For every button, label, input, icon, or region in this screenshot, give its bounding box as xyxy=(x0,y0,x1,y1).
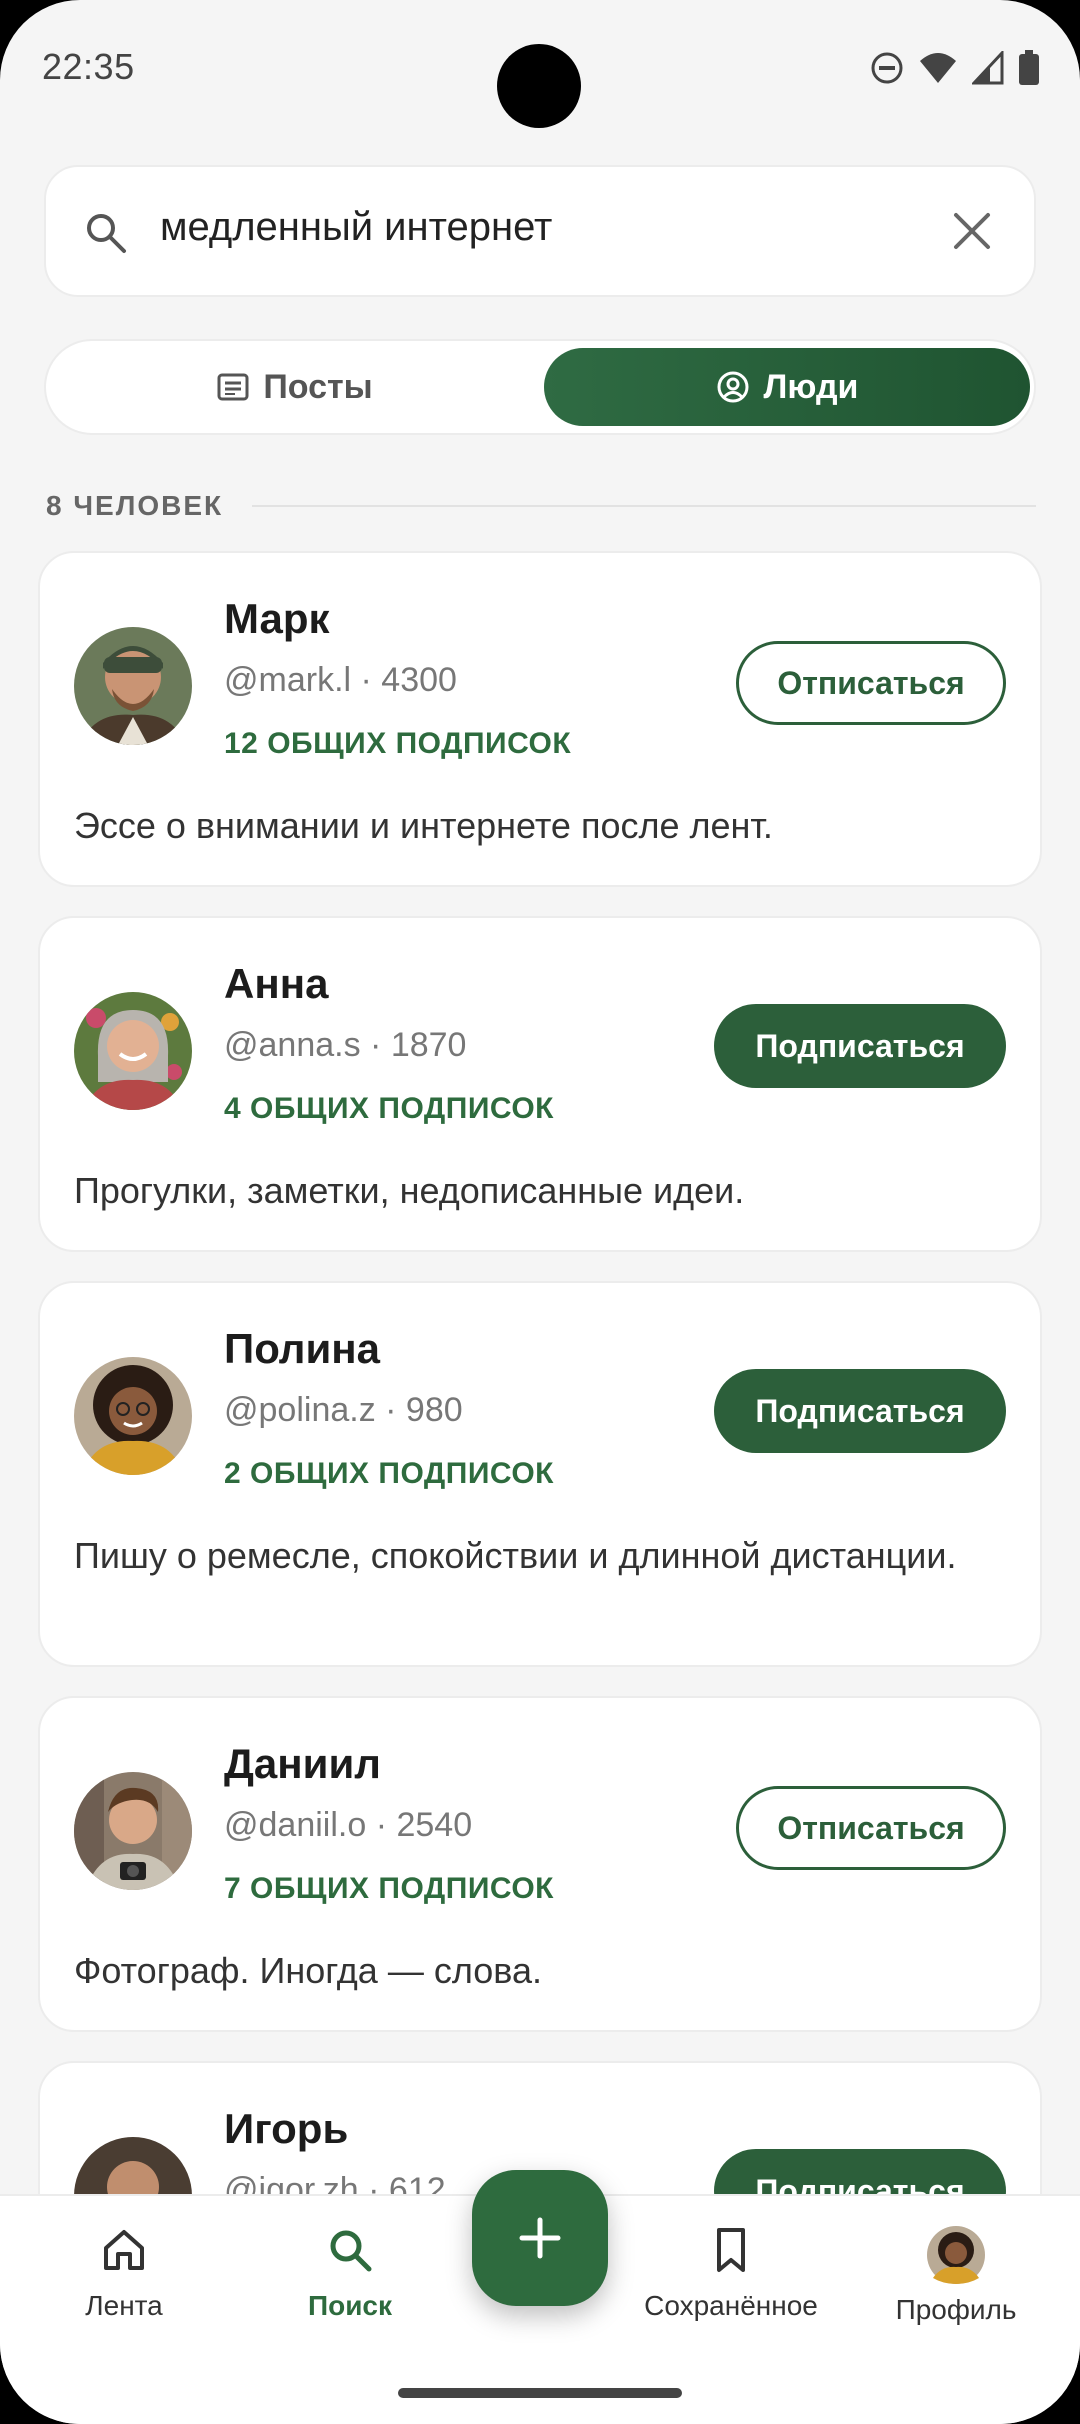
tab-posts[interactable]: Посты xyxy=(52,348,538,426)
person-card[interactable]: Марк @mark.l · 4300 12 ОБЩИХ ПОДПИСОК От… xyxy=(38,551,1042,887)
avatar[interactable] xyxy=(74,627,192,745)
results-count: 8 ЧЕЛОВЕК xyxy=(46,486,1036,526)
wifi-icon xyxy=(920,53,956,83)
status-time: 22:35 xyxy=(42,46,135,87)
mutual-subscriptions: 12 ОБЩИХ ПОДПИСОК xyxy=(224,727,572,760)
person-bio: Пишу о ремесле, спокойствии и длинной ди… xyxy=(74,1535,957,1576)
avatar[interactable] xyxy=(74,1772,192,1890)
nav-label-profile: Профиль xyxy=(895,2294,1017,2325)
person-name[interactable]: Даниил xyxy=(224,1740,381,1788)
tab-people-label: Люди xyxy=(763,367,859,406)
divider xyxy=(252,505,1036,507)
gesture-bar[interactable] xyxy=(398,2388,682,2398)
search-input[interactable]: медленный интернет xyxy=(160,205,552,250)
person-card[interactable]: Полина @polina.z · 980 2 ОБЩИХ ПОДПИСОК … xyxy=(38,1281,1042,1667)
do-not-disturb-icon xyxy=(871,52,903,84)
search-icon xyxy=(87,214,126,253)
person-bio: Фотограф. Иногда — слова. xyxy=(74,1950,542,1991)
avatar[interactable] xyxy=(74,1357,192,1475)
home-icon xyxy=(104,2230,144,2270)
results-type-toggle: Посты Люди xyxy=(44,339,1036,435)
follow-button[interactable]: Подписаться xyxy=(714,1004,1006,1088)
person-handle: @polina.z · 980 xyxy=(224,1391,463,1429)
tab-posts-label: Посты xyxy=(263,367,373,406)
person-name[interactable]: Игорь xyxy=(224,2105,348,2153)
person-handle: @anna.s · 1870 xyxy=(224,1026,467,1064)
status-bar: 22:35 xyxy=(0,0,1080,140)
search-field[interactable]: медленный интернет xyxy=(44,165,1036,297)
person-handle: @daniil.o · 2540 xyxy=(224,1806,473,1844)
article-icon xyxy=(217,373,249,401)
tab-people[interactable]: Люди xyxy=(544,348,1030,426)
nav-label-feed: Лента xyxy=(85,2290,163,2321)
person-bio: Прогулки, заметки, недописанные идеи. xyxy=(74,1170,745,1211)
camera-cutout xyxy=(497,44,581,128)
person-card[interactable]: Даниил @daniil.o · 2540 7 ОБЩИХ ПОДПИСОК… xyxy=(38,1696,1042,2032)
mutual-subscriptions: 7 ОБЩИХ ПОДПИСОК xyxy=(224,1872,554,1905)
nav-label-saved: Сохранённое xyxy=(644,2290,818,2321)
nav-item-search[interactable]: Поиск xyxy=(290,2226,410,2322)
person-name[interactable]: Марк xyxy=(224,595,330,643)
unfollow-button[interactable]: Отписаться xyxy=(736,641,1006,725)
status-icons xyxy=(870,50,1040,86)
nav-item-feed[interactable]: Лента xyxy=(64,2226,184,2322)
mutual-subscriptions: 4 ОБЩИХ ПОДПИСОК xyxy=(224,1092,554,1125)
person-name[interactable]: Полина xyxy=(224,1325,380,1373)
nav-label-search: Поиск xyxy=(307,2290,393,2321)
results-count-label: 8 ЧЕЛОВЕК xyxy=(46,490,224,521)
profile-avatar xyxy=(927,2226,985,2284)
bookmark-icon xyxy=(717,2228,745,2272)
unfollow-button[interactable]: Отписаться xyxy=(736,1786,1006,1870)
person-card[interactable]: Анна @anna.s · 1870 4 ОБЩИХ ПОДПИСОК Под… xyxy=(38,916,1042,1252)
close-icon[interactable] xyxy=(950,209,994,253)
avatar[interactable] xyxy=(74,992,192,1110)
plus-icon xyxy=(519,2217,561,2259)
mutual-subscriptions: 2 ОБЩИХ ПОДПИСОК xyxy=(224,1457,554,1490)
person-bio: Эссе о внимании и интернете после лент. xyxy=(74,805,773,846)
follow-button[interactable]: Подписаться xyxy=(714,1369,1006,1453)
app-screen: 22:35 медленный интернет Посты Люди 8 ЧЕ… xyxy=(0,0,1080,2424)
battery-icon xyxy=(1019,50,1039,85)
person-name[interactable]: Анна xyxy=(224,960,328,1008)
create-post-button[interactable] xyxy=(472,2170,608,2306)
person-circle-icon xyxy=(717,371,749,403)
cell-signal-icon xyxy=(972,51,1004,85)
nav-item-saved[interactable]: Сохранённое xyxy=(626,2226,836,2322)
search-icon xyxy=(330,2230,372,2272)
nav-item-profile[interactable]: Профиль xyxy=(886,2226,1026,2326)
person-handle: @mark.l · 4300 xyxy=(224,661,457,699)
